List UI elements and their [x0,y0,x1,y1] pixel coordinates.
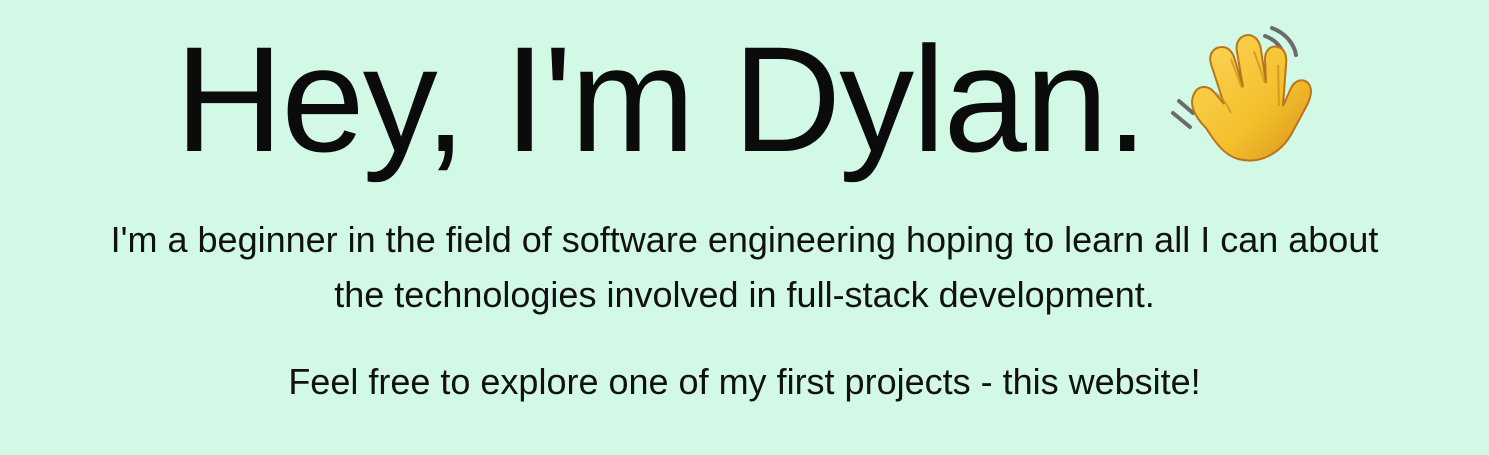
project-invitation: Feel free to explore one of my first pro… [288,361,1201,402]
waving-hand-icon [1164,20,1314,170]
headline-row: Hey, I'm Dylan. [0,24,1489,174]
page-title: Hey, I'm Dylan. [174,15,1148,183]
hero-section: Hey, I'm Dylan. I'm a beginner in the fi… [0,0,1489,455]
intro-line-1: I'm a beginner in the field of software … [110,219,1379,260]
intro-paragraph: I'm a beginner in the field of software … [0,212,1489,322]
intro-line-2: the technologies involved in full-stack … [334,274,1155,315]
